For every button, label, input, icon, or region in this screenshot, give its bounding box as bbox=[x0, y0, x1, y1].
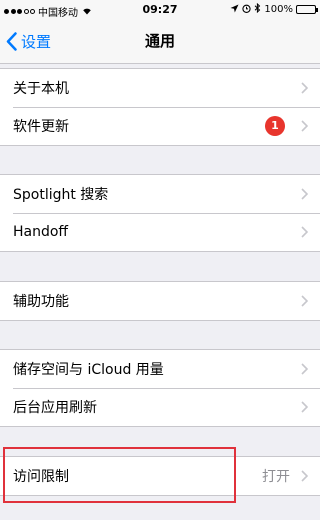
settings-row-background-refresh[interactable]: 后台应用刷新 bbox=[0, 388, 320, 426]
status-right: 100% bbox=[230, 2, 318, 16]
restrictions-status-value: 打开 bbox=[262, 469, 290, 485]
settings-row-software-update[interactable]: 软件更新 1 bbox=[0, 107, 320, 145]
row-label: 关于本机 bbox=[13, 81, 69, 97]
update-badge: 1 bbox=[265, 116, 285, 136]
row-label: Handoff bbox=[13, 224, 69, 240]
chevron-right-icon bbox=[301, 401, 308, 413]
highlight-box bbox=[3, 447, 236, 503]
chevron-right-icon bbox=[301, 226, 308, 238]
chevron-right-icon bbox=[301, 188, 308, 200]
bluetooth-icon bbox=[254, 2, 261, 16]
chevron-right-icon bbox=[301, 120, 308, 132]
battery-icon bbox=[296, 5, 318, 14]
settings-group-accessibility: 辅助功能 bbox=[0, 281, 320, 321]
settings-row-storage[interactable]: 储存空间与 iCloud 用量 bbox=[0, 350, 320, 388]
settings-row-accessibility[interactable]: 辅助功能 bbox=[0, 282, 320, 320]
page-title: 通用 bbox=[144, 32, 175, 50]
row-label: Spotlight 搜索 bbox=[13, 187, 109, 203]
settings-group-storage: 储存空间与 iCloud 用量 后台应用刷新 bbox=[0, 349, 320, 427]
navigation-bar: 设置 通用 bbox=[0, 20, 320, 64]
chevron-right-icon bbox=[301, 363, 308, 375]
row-label: 辅助功能 bbox=[13, 294, 69, 310]
chevron-right-icon bbox=[301, 470, 308, 482]
row-label: 软件更新 bbox=[13, 119, 69, 135]
settings-row-spotlight[interactable]: Spotlight 搜索 bbox=[0, 175, 320, 213]
settings-group-search: Spotlight 搜索 Handoff bbox=[0, 174, 320, 252]
status-bar: 中国移动 09:27 100% bbox=[0, 0, 320, 20]
settings-group-about: 关于本机 软件更新 1 bbox=[0, 68, 320, 146]
chevron-right-icon bbox=[301, 295, 308, 307]
settings-row-about[interactable]: 关于本机 bbox=[0, 69, 320, 107]
location-icon bbox=[230, 4, 239, 16]
settings-row-handoff[interactable]: Handoff bbox=[0, 213, 320, 251]
row-label: 后台应用刷新 bbox=[13, 400, 97, 416]
battery-percent: 100% bbox=[264, 4, 293, 15]
alarm-icon bbox=[242, 4, 252, 16]
row-label: 储存空间与 iCloud 用量 bbox=[13, 362, 164, 378]
chevron-right-icon bbox=[301, 82, 308, 94]
